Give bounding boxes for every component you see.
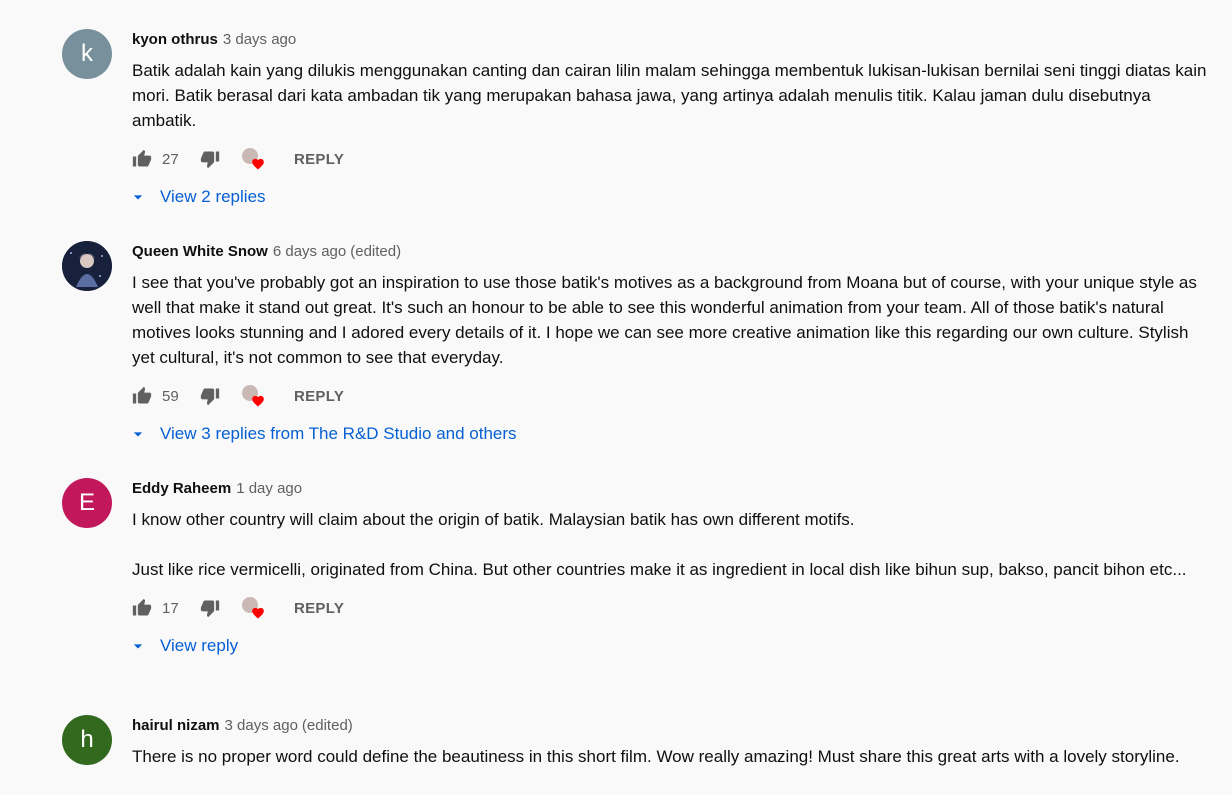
author-name[interactable]: Eddy Raheem: [132, 480, 231, 497]
dislike-button[interactable]: [200, 149, 220, 169]
thumbs-up-icon: [132, 386, 152, 404]
comment-body: Eddy Raheem 1 day ago I know other countr…: [132, 478, 1212, 658]
avatar-image: [62, 241, 112, 291]
heart-icon: [252, 607, 264, 619]
comment-actions: 27 REPLY: [132, 147, 1212, 171]
comment-header: kyon othrus 3 days ago: [132, 29, 1212, 51]
dislike-button[interactable]: [200, 598, 220, 618]
thumbs-up-icon: [132, 149, 152, 167]
dislike-button[interactable]: [200, 386, 220, 406]
avatar[interactable]: k: [62, 29, 112, 79]
creator-heart[interactable]: [242, 385, 264, 407]
avatar[interactable]: E: [62, 478, 112, 528]
thumbs-down-icon: [200, 388, 220, 406]
comment-header: hairul nizam 3 days ago (edited): [132, 715, 1212, 737]
thumbs-up-icon: [132, 598, 152, 616]
comment-text: Batik adalah kain yang dilukis menggunak…: [132, 61, 1212, 130]
thumbs-down-icon: [200, 151, 220, 169]
view-replies-label: View 2 replies: [160, 187, 266, 206]
reply-button[interactable]: REPLY: [294, 600, 344, 617]
comment-time[interactable]: 3 days ago: [225, 717, 298, 734]
like-button[interactable]: [132, 149, 152, 169]
edited-label: (edited): [301, 717, 353, 734]
comment-text: I see that you've probably got an inspir…: [132, 273, 1202, 367]
like-button[interactable]: [132, 386, 152, 406]
reply-button[interactable]: REPLY: [294, 388, 344, 405]
creator-heart[interactable]: [242, 597, 264, 619]
creator-heart[interactable]: [242, 148, 264, 170]
comment-time[interactable]: 6 days ago: [273, 243, 346, 260]
avatar[interactable]: [62, 241, 112, 291]
caret-down-icon: [133, 195, 143, 200]
like-button[interactable]: [132, 598, 152, 618]
view-replies-button[interactable]: View 3 replies from The R&D Studio and o…: [128, 422, 1212, 446]
comment-time[interactable]: 1 day ago: [236, 480, 302, 497]
author-name[interactable]: hairul nizam: [132, 717, 220, 734]
comment-text: There is no proper word could define the…: [132, 747, 1180, 766]
author-name[interactable]: kyon othrus: [132, 31, 218, 48]
comment-actions: 17 REPLY: [132, 596, 1212, 620]
heart-icon: [252, 395, 264, 407]
comment-header: Queen White Snow 6 days ago (edited): [132, 241, 1212, 263]
comment-body: Queen White Snow 6 days ago (edited) I see…: [132, 241, 1212, 446]
like-count: 59: [162, 387, 179, 405]
like-count: 27: [162, 150, 179, 168]
comment-time[interactable]: 3 days ago: [223, 31, 296, 48]
reply-button[interactable]: REPLY: [294, 151, 344, 168]
author-name[interactable]: Queen White Snow: [132, 243, 268, 260]
heart-icon: [252, 158, 264, 170]
comment-text: I know other country will claim about th…: [132, 510, 1187, 579]
comment-body: hairul nizam 3 days ago (edited) There is …: [132, 715, 1212, 769]
view-replies-label: View 3 replies from The R&D Studio and o…: [160, 424, 517, 443]
like-count: 17: [162, 599, 179, 617]
avatar[interactable]: h: [62, 715, 112, 765]
comment-actions: 59 REPLY: [132, 384, 1212, 408]
caret-down-icon: [133, 432, 143, 437]
view-replies-label: View reply: [160, 636, 239, 655]
view-replies-button[interactable]: View reply: [128, 634, 1212, 658]
view-replies-button[interactable]: View 2 replies: [128, 185, 1212, 209]
thumbs-down-icon: [200, 600, 220, 618]
edited-label: (edited): [350, 243, 402, 260]
caret-down-icon: [133, 644, 143, 649]
comment-body: kyon othrus 3 days ago Batik adalah kain …: [132, 29, 1212, 209]
comment-header: Eddy Raheem 1 day ago: [132, 478, 1212, 500]
